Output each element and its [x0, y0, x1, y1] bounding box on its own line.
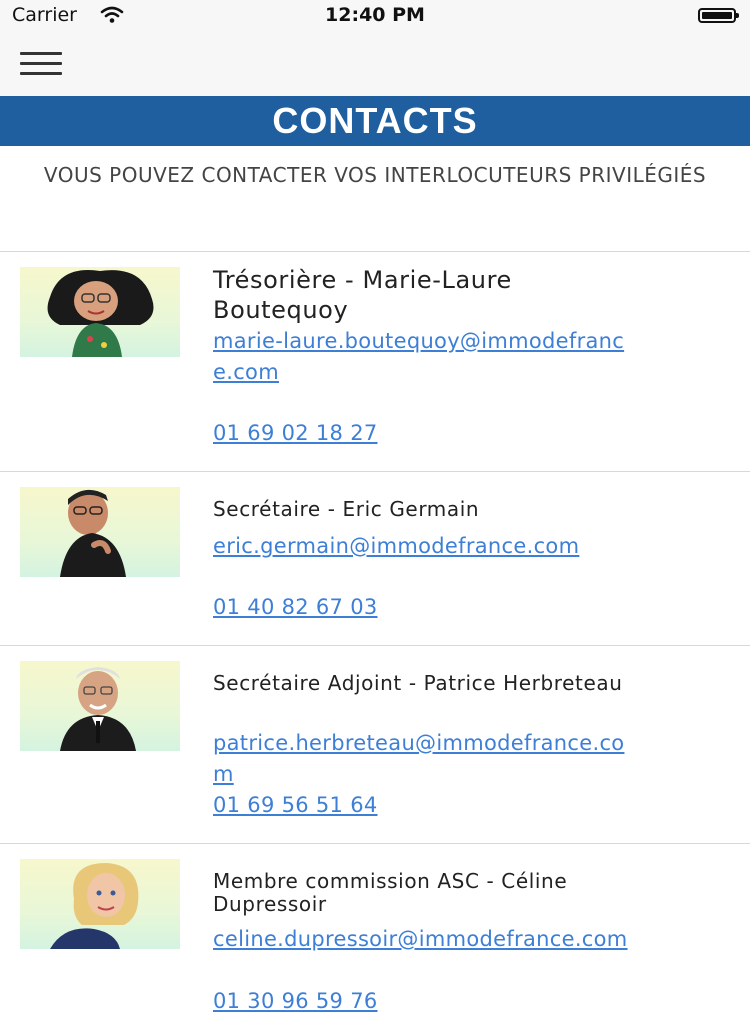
- contact-title: Secrétaire Adjoint - Patrice Herbreteau: [213, 671, 623, 695]
- avatar: [20, 859, 180, 949]
- clock-time: 12:40 PM: [325, 4, 425, 26]
- avatar: [20, 661, 180, 751]
- navigation-bar: [0, 30, 750, 96]
- contact-title: Trésorière - Marie-Laure Boutequoy: [213, 266, 512, 324]
- contact-item: Secrétaire Adjoint - Patrice Herbreteau …: [0, 646, 750, 842]
- contact-email-link[interactable]: eric.germain@immodefrance.com: [213, 531, 643, 562]
- contact-email-link[interactable]: celine.dupressoir@immodefrance.com: [213, 924, 643, 955]
- page-title: CONTACTS: [0, 96, 750, 146]
- intro-text: VOUS POUVEZ CONTACTER VOS INTERLOCUTEURS…: [43, 163, 707, 187]
- contact-email-link[interactable]: patrice.herbreteau@immodefrance.com: [213, 728, 643, 790]
- contact-item: Trésorière - Marie-Laure Boutequoy marie…: [0, 252, 750, 470]
- battery-icon: [698, 8, 739, 23]
- hamburger-menu-icon[interactable]: [20, 52, 62, 76]
- contact-item: Secrétaire - Eric Germain eric.germain@i…: [0, 472, 750, 644]
- contact-phone-link[interactable]: 01 30 96 59 76: [213, 987, 643, 1015]
- contact-email-link[interactable]: marie-laure.boutequoy@immodefrance.com: [213, 326, 643, 388]
- contact-phone-link[interactable]: 01 69 56 51 64: [213, 791, 643, 819]
- contact-title: Secrétaire - Eric Germain: [213, 497, 480, 521]
- contact-title: Membre commission ASC - Céline Dupressoi…: [213, 869, 568, 916]
- contact-phone-link[interactable]: 01 69 02 18 27: [213, 419, 643, 447]
- avatar: [20, 487, 180, 577]
- contact-phone-link[interactable]: 01 40 82 67 03: [213, 593, 643, 621]
- contact-item: Membre commission ASC - Céline Dupressoi…: [0, 844, 750, 1013]
- status-bar: Carrier 12:40 PM: [0, 0, 750, 30]
- avatar: [20, 267, 180, 357]
